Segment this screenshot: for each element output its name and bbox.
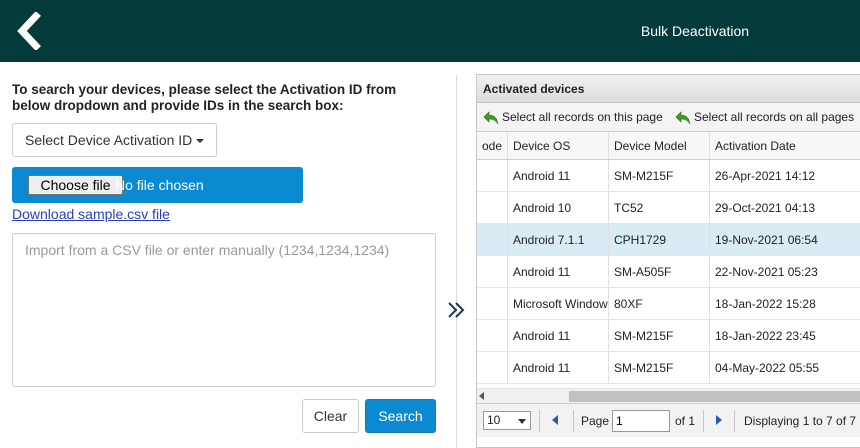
cell-device-model: SM-A505F (609, 256, 710, 287)
top-bar: Bulk Deactivation (0, 0, 860, 62)
cell-code (477, 256, 508, 287)
cell-device-os: Android 11 (508, 352, 609, 383)
displaying-text: Displaying 1 to 7 of 7 (744, 414, 857, 428)
cell-code (477, 192, 508, 223)
cell-device-os: Android 7.1.1 (508, 224, 609, 255)
cell-device-os: Android 11 (508, 160, 609, 191)
pager-separator (734, 410, 735, 432)
cell-device-model: CPH1729 (609, 224, 710, 255)
cell-activation-date: 19-Nov-2021 06:54 (715, 233, 818, 247)
cell-activation-date: 29-Oct-2021 04:13 (715, 201, 816, 215)
cell-device-model: SM-M215F (609, 352, 710, 383)
cell-activation-date: 18-Jan-2022 23:45 (715, 329, 816, 343)
clear-button[interactable]: Clear (302, 399, 359, 433)
column-header-os[interactable]: Device OS (508, 132, 609, 159)
dropdown-label: Select Device Activation ID (25, 132, 193, 148)
column-header-model[interactable]: Device Model (609, 132, 710, 159)
page-size-value: 10 (487, 413, 501, 427)
table-row[interactable]: Microsoft Windows 80XF 18-Jan-2022 15:28 (477, 288, 860, 320)
table-header: ode Device OS Device Model Activation Da… (477, 132, 860, 160)
page-size-select[interactable]: 10 (483, 411, 531, 430)
pager-separator (703, 410, 704, 432)
search-button[interactable]: Search (365, 399, 436, 433)
search-form: To search your devices, please select th… (0, 62, 456, 448)
cell-device-os: Android 11 (508, 256, 609, 287)
column-header-code[interactable]: ode (477, 132, 508, 159)
cell-code (477, 288, 508, 319)
instructions-text: To search your devices, please select th… (12, 82, 397, 113)
green-arrow-icon (675, 111, 691, 124)
cell-device-model: TC52 (609, 192, 710, 223)
select-page-label: Select all records on this page (502, 110, 663, 124)
pager-separator (539, 410, 540, 432)
selection-toolbar: Select all records on this page Select a… (477, 103, 860, 132)
table-row[interactable]: Android 11 SM-M215F 26-Apr-2021 14:12 (477, 160, 860, 192)
devices-table: ode Device OS Device Model Activation Da… (477, 132, 860, 388)
cell-activation-date: 18-Jan-2022 15:28 (715, 297, 816, 311)
table-row[interactable]: Android 11 SM-M215F 18-Jan-2022 23:45 (477, 320, 860, 352)
ids-textarea[interactable] (12, 233, 436, 387)
horizontal-scrollbar[interactable] (477, 388, 860, 403)
table-row[interactable]: Android 7.1.1 CPH1729 19-Nov-2021 06:54 (477, 224, 860, 256)
page-count: of 1 (675, 414, 696, 428)
cell-code (477, 224, 508, 255)
cell-activation-date: 04-May-2022 05:55 (715, 361, 820, 375)
next-page-icon[interactable] (716, 415, 722, 425)
green-arrow-icon (483, 111, 499, 124)
chevron-left-icon (17, 11, 41, 51)
choose-file-button[interactable]: Choose file (28, 175, 123, 195)
page-number-input[interactable] (612, 410, 670, 432)
cell-activation-date: 26-Apr-2021 14:12 (715, 169, 816, 183)
cell-device-model: SM-M215F (609, 320, 710, 351)
scrollbar-thumb[interactable] (569, 391, 860, 402)
cell-activation-date: 22-Nov-2021 05:23 (715, 265, 818, 279)
pager-separator (573, 410, 574, 432)
cell-code (477, 320, 508, 351)
column-header-date[interactable]: Activation Date (710, 132, 860, 159)
table-row[interactable]: Android 11 SM-M215F 04-May-2022 05:55 (477, 352, 860, 384)
download-sample-link[interactable]: Download sample.csv file (12, 206, 170, 222)
cell-device-os: Microsoft Windows (508, 288, 609, 319)
table-row[interactable]: Android 10 TC52 29-Oct-2021 04:13 (477, 192, 860, 224)
select-all-button[interactable]: Select all records on all pages (675, 103, 854, 132)
cell-code (477, 160, 508, 191)
file-upload-bar: Choose file No file chosen (12, 167, 303, 203)
caret-down-icon (518, 419, 526, 424)
page-title: Bulk Deactivation (640, 23, 750, 39)
back-button[interactable] (14, 11, 44, 51)
activation-id-dropdown[interactable]: Select Device Activation ID (12, 123, 217, 157)
select-all-label: Select all records on all pages (694, 110, 855, 124)
file-status-text: No file chosen (115, 177, 204, 193)
activated-devices-panel: Activated devices Select all records on … (476, 74, 860, 448)
panel-title: Activated devices (477, 75, 860, 103)
double-chevron-right-icon[interactable] (446, 300, 466, 320)
page-label: Page (581, 414, 610, 428)
select-page-button[interactable]: Select all records on this page (483, 103, 663, 132)
scroll-left-icon[interactable] (479, 392, 484, 400)
caret-down-icon (196, 139, 205, 144)
cell-device-os: Android 10 (508, 192, 609, 223)
vertical-divider (456, 75, 457, 448)
cell-device-os: Android 11 (508, 320, 609, 351)
cell-code (477, 352, 508, 383)
cell-device-model: 80XF (609, 288, 710, 319)
prev-page-icon[interactable] (552, 415, 558, 425)
pagination-bar: 10 Page of 1 Displaying 1 to 7 of 7 (477, 403, 860, 437)
cell-device-model: SM-M215F (609, 160, 710, 191)
table-row[interactable]: Android 11 SM-A505F 22-Nov-2021 05:23 (477, 256, 860, 288)
